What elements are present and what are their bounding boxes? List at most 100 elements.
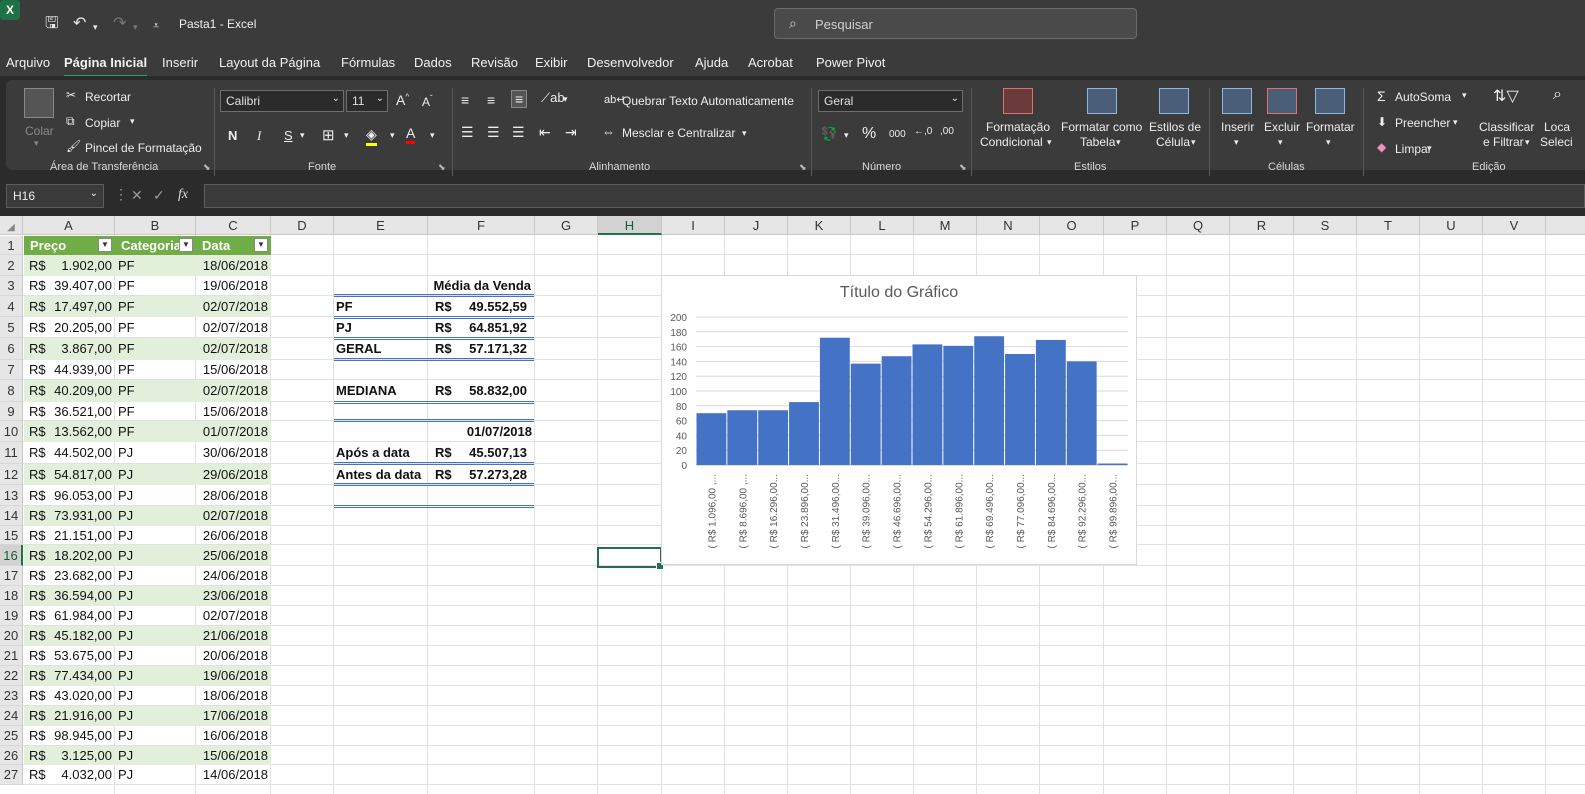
summary-title[interactable]: Média da Venda bbox=[428, 276, 531, 296]
tab-arquivo[interactable]: Arquivo bbox=[6, 55, 50, 70]
currency-icon[interactable]: 💱 bbox=[821, 126, 837, 142]
filter-dropdown-icon[interactable]: ▼ bbox=[179, 238, 193, 252]
shrink-font-icon[interactable]: Aˇ bbox=[422, 94, 433, 109]
font-name-select[interactable]: Calibri ⌄ bbox=[220, 90, 344, 112]
category-cell[interactable]: PF bbox=[118, 317, 188, 338]
price-cell[interactable]: 20.205,00 bbox=[50, 317, 112, 338]
category-cell[interactable]: PF bbox=[118, 360, 188, 380]
tab-formulas[interactable]: Fórmulas bbox=[341, 55, 395, 70]
date-cell[interactable]: 30/06/2018 bbox=[196, 442, 268, 464]
column-header-i[interactable]: I bbox=[662, 216, 725, 235]
worksheet-grid[interactable]: ◢ A B C D E F G H I J K L M N O P Q R S T U V 1 2 3 4 5 6 7 8 9 10 11 12 1… bbox=[0, 216, 1585, 794]
alignment-launcher-icon[interactable]: ⬊ bbox=[799, 162, 807, 173]
histogram-bar[interactable] bbox=[727, 410, 758, 465]
chevron-down-icon[interactable]: ▾ bbox=[1234, 137, 1239, 148]
sort-filter-label-2[interactable]: e Filtrar bbox=[1483, 135, 1524, 149]
tab-exibir[interactable]: Exibir bbox=[535, 55, 568, 70]
date-cell[interactable]: 15/06/2018 bbox=[196, 746, 268, 765]
fill-button[interactable]: Preencher bbox=[1395, 116, 1450, 130]
row-header[interactable]: 7 bbox=[0, 360, 23, 380]
paste-dropdown-icon[interactable]: ▾ bbox=[34, 138, 39, 149]
row-header[interactable]: 14 bbox=[0, 506, 23, 526]
date-cell[interactable]: 23/06/2018 bbox=[196, 586, 268, 606]
format-cells-button[interactable]: Formatar bbox=[1306, 120, 1355, 134]
histogram-bar[interactable] bbox=[1005, 354, 1035, 465]
date-cell[interactable]: 15/06/2018 bbox=[196, 360, 268, 380]
category-cell[interactable]: PJ bbox=[118, 566, 188, 586]
price-cell[interactable]: 39.407,00 bbox=[50, 276, 112, 296]
row-header[interactable]: 25 bbox=[0, 726, 23, 746]
orientation-icon[interactable]: ⟋ab bbox=[541, 90, 565, 106]
histogram-bar[interactable] bbox=[850, 363, 881, 465]
row-header[interactable]: 23 bbox=[0, 686, 23, 706]
currency-dropdown-icon[interactable]: ▾ bbox=[844, 130, 849, 141]
category-cell[interactable]: PJ bbox=[118, 526, 188, 545]
column-header-r[interactable]: R bbox=[1230, 216, 1294, 235]
row-header[interactable]: 20 bbox=[0, 626, 23, 646]
category-cell[interactable]: PF bbox=[118, 402, 188, 421]
date-cell[interactable]: 02/07/2018 bbox=[196, 317, 268, 338]
chevron-down-icon[interactable]: ▾ bbox=[1191, 137, 1196, 148]
histogram-bar[interactable] bbox=[1097, 463, 1128, 465]
chevron-down-icon[interactable]: ▾ bbox=[1047, 137, 1052, 148]
column-header-o[interactable]: O bbox=[1040, 216, 1104, 235]
column-header-t[interactable]: T bbox=[1357, 216, 1420, 235]
column-header-n[interactable]: N bbox=[977, 216, 1040, 235]
undo-dropdown-icon[interactable]: ▾ bbox=[93, 17, 98, 37]
column-header-j[interactable]: J bbox=[725, 216, 788, 235]
row-header[interactable]: 2 bbox=[0, 255, 23, 276]
price-cell[interactable]: 98.945,00 bbox=[50, 726, 112, 746]
increase-decimal-icon[interactable]: ←,0 bbox=[914, 126, 932, 137]
price-cell[interactable]: 18.202,00 bbox=[50, 545, 112, 566]
cell-styles-label-2[interactable]: Célula bbox=[1156, 135, 1190, 149]
row-header[interactable]: 5 bbox=[0, 317, 23, 338]
price-cell[interactable]: 43.020,00 bbox=[50, 686, 112, 706]
clear-dropdown-icon[interactable]: ▾ bbox=[1427, 143, 1432, 154]
category-cell[interactable]: PJ bbox=[118, 586, 188, 606]
category-cell[interactable]: PF bbox=[118, 296, 188, 317]
category-cell[interactable]: PJ bbox=[118, 506, 188, 526]
clipboard-launcher-icon[interactable]: ⬊ bbox=[203, 162, 211, 173]
date-cell[interactable]: 24/06/2018 bbox=[196, 566, 268, 586]
borders-dropdown-icon[interactable]: ▾ bbox=[344, 130, 349, 141]
row-header[interactable]: 16 bbox=[0, 545, 23, 566]
histogram-bar[interactable] bbox=[819, 337, 850, 465]
category-cell[interactable]: PJ bbox=[118, 726, 188, 746]
histogram-bar[interactable] bbox=[974, 336, 1005, 465]
histogram-bar[interactable] bbox=[1066, 361, 1097, 465]
price-cell[interactable]: 61.984,00 bbox=[50, 606, 112, 626]
date-cell[interactable]: 29/06/2018 bbox=[196, 464, 268, 485]
histogram-bar[interactable] bbox=[789, 402, 819, 465]
format-painter-button[interactable]: Pincel de Formatação bbox=[85, 141, 202, 155]
row-header[interactable]: 17 bbox=[0, 566, 23, 586]
summary-label-after[interactable]: Após a data bbox=[336, 442, 428, 464]
tab-layout-da-pagina[interactable]: Layout da Página bbox=[219, 55, 320, 70]
chevron-down-icon[interactable]: ▾ bbox=[1278, 137, 1283, 148]
column-header-u[interactable]: U bbox=[1420, 216, 1483, 235]
underline-button[interactable]: S bbox=[284, 128, 293, 143]
formula-input[interactable] bbox=[204, 184, 1585, 208]
column-header-s[interactable]: S bbox=[1294, 216, 1357, 235]
row-header[interactable]: 15 bbox=[0, 526, 23, 545]
row-header[interactable]: 22 bbox=[0, 666, 23, 686]
price-cell[interactable]: 21.916,00 bbox=[50, 706, 112, 726]
category-cell[interactable]: PJ bbox=[118, 686, 188, 706]
autosum-dropdown-icon[interactable]: ▾ bbox=[1462, 90, 1467, 101]
orientation-dropdown-icon[interactable]: ▾ bbox=[563, 94, 568, 105]
row-header[interactable]: 10 bbox=[0, 421, 23, 442]
undo-icon[interactable]: ↶ bbox=[73, 14, 86, 34]
table-header-cell[interactable]: Preço ▼ bbox=[24, 236, 115, 255]
grow-font-icon[interactable]: A^ bbox=[396, 92, 409, 108]
align-left-icon[interactable]: ☰ bbox=[461, 124, 474, 141]
bold-button[interactable]: N bbox=[228, 128, 237, 143]
row-header[interactable]: 11 bbox=[0, 442, 23, 464]
row-header[interactable]: 6 bbox=[0, 338, 23, 360]
category-cell[interactable]: PJ bbox=[118, 545, 188, 566]
price-cell[interactable]: 96.053,00 bbox=[50, 485, 112, 506]
table-header-cell[interactable]: Categoria ▼ bbox=[115, 236, 196, 255]
category-cell[interactable]: PJ bbox=[118, 606, 188, 626]
price-cell[interactable]: 4.032,00 bbox=[50, 765, 112, 785]
filter-dropdown-icon[interactable]: ▼ bbox=[254, 238, 268, 252]
column-header-f[interactable]: F bbox=[428, 216, 535, 235]
column-header-q[interactable]: Q bbox=[1167, 216, 1230, 235]
